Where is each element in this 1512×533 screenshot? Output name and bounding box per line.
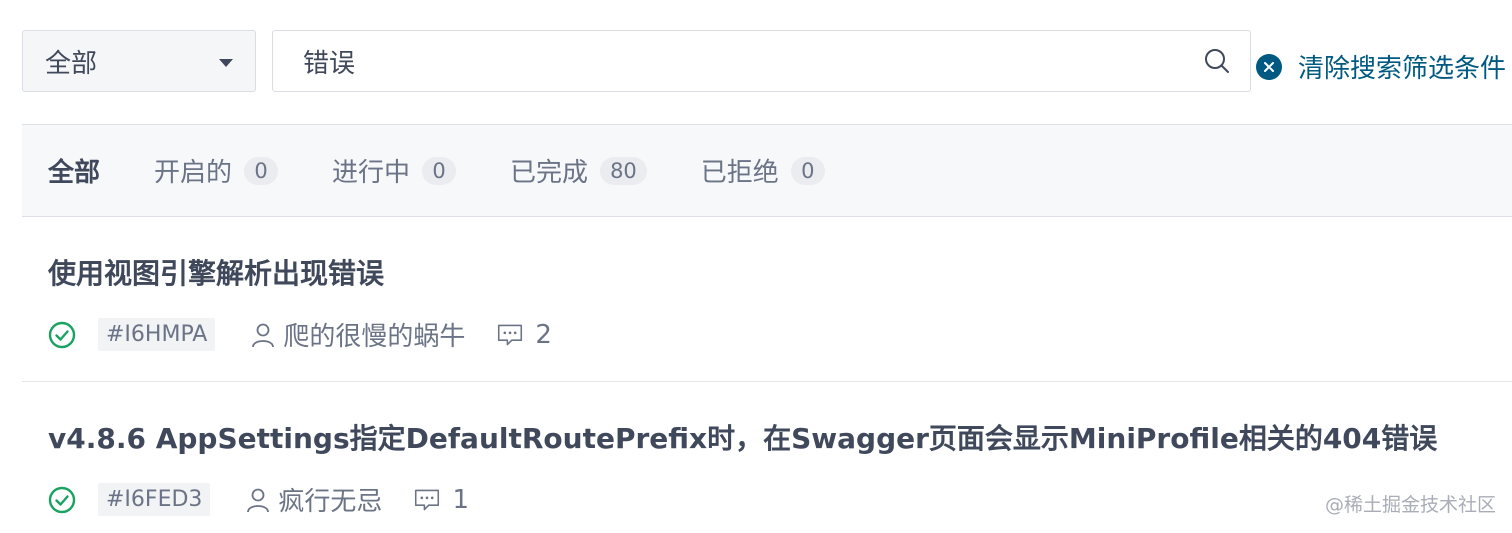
tab-rejected[interactable]: 已拒绝 0 (701, 152, 825, 189)
search-input[interactable] (303, 46, 1202, 76)
tab-open[interactable]: 开启的 0 (154, 152, 279, 189)
check-circle-icon (48, 486, 76, 513)
tab-label: 全部 (48, 158, 101, 188)
search-icon[interactable] (1202, 46, 1232, 76)
tab-label: 已拒绝 (700, 158, 779, 188)
search-field[interactable] (272, 30, 1251, 92)
comment-count: 1 (452, 484, 469, 515)
issue-title-link[interactable]: v4.8.6 AppSettings指定DefaultRoutePrefix时，… (48, 417, 1437, 457)
issue-author-link[interactable]: 疯行无忌 (278, 481, 382, 518)
watermark: @稀土掘金技术社区 (1324, 494, 1496, 516)
tab-count-badge: 0 (244, 156, 279, 185)
tab-count-badge: 0 (790, 156, 825, 185)
clear-filter-label[interactable]: 清除搜索筛选条件 (1298, 48, 1506, 85)
tab-all[interactable]: 全部 (48, 152, 100, 189)
comment-icon (497, 322, 523, 348)
issue-list-item: 使用视图引擎解析出现错误 #I6HMPA 爬的很慢的蜗牛 2 (22, 218, 1512, 382)
tab-count-badge: 80 (600, 156, 647, 185)
tab-in-progress[interactable]: 进行中 0 (332, 152, 457, 189)
issue-id-badge[interactable]: #I6FED3 (98, 483, 211, 516)
chevron-down-icon (219, 59, 233, 67)
tab-count-badge: 0 (422, 156, 457, 185)
close-circle-icon[interactable] (1256, 53, 1282, 80)
tab-label: 进行中 (332, 158, 411, 188)
comment-count: 2 (535, 319, 552, 350)
issue-list-item: v4.8.6 AppSettings指定DefaultRoutePrefix时，… (22, 383, 1512, 533)
issue-title-link[interactable]: 使用视图引擎解析出现错误 (48, 252, 384, 292)
issue-meta: #I6FED3 疯行无忌 1 (48, 481, 469, 518)
check-circle-icon (48, 321, 76, 348)
tab-completed[interactable]: 已完成 80 (510, 152, 647, 189)
issue-author-link[interactable]: 爬的很慢的蜗牛 (283, 316, 465, 353)
issue-meta: #I6HMPA 爬的很慢的蜗牛 2 (48, 316, 552, 353)
status-tabs: 全部 开启的 0 进行中 0 已完成 80 已拒绝 0 (22, 124, 1512, 217)
tab-label: 已完成 (510, 158, 589, 188)
user-icon (251, 322, 277, 348)
filter-selected-value: 全部 (45, 48, 98, 79)
clear-filter-link[interactable]: 清除搜索筛选条件 (1256, 48, 1506, 85)
tab-label: 开启的 (154, 158, 233, 188)
issue-id-badge[interactable]: #I6HMPA (98, 318, 216, 351)
user-icon (246, 487, 272, 513)
status-filter-select[interactable]: 全部 (22, 30, 256, 92)
comment-icon (414, 487, 440, 513)
